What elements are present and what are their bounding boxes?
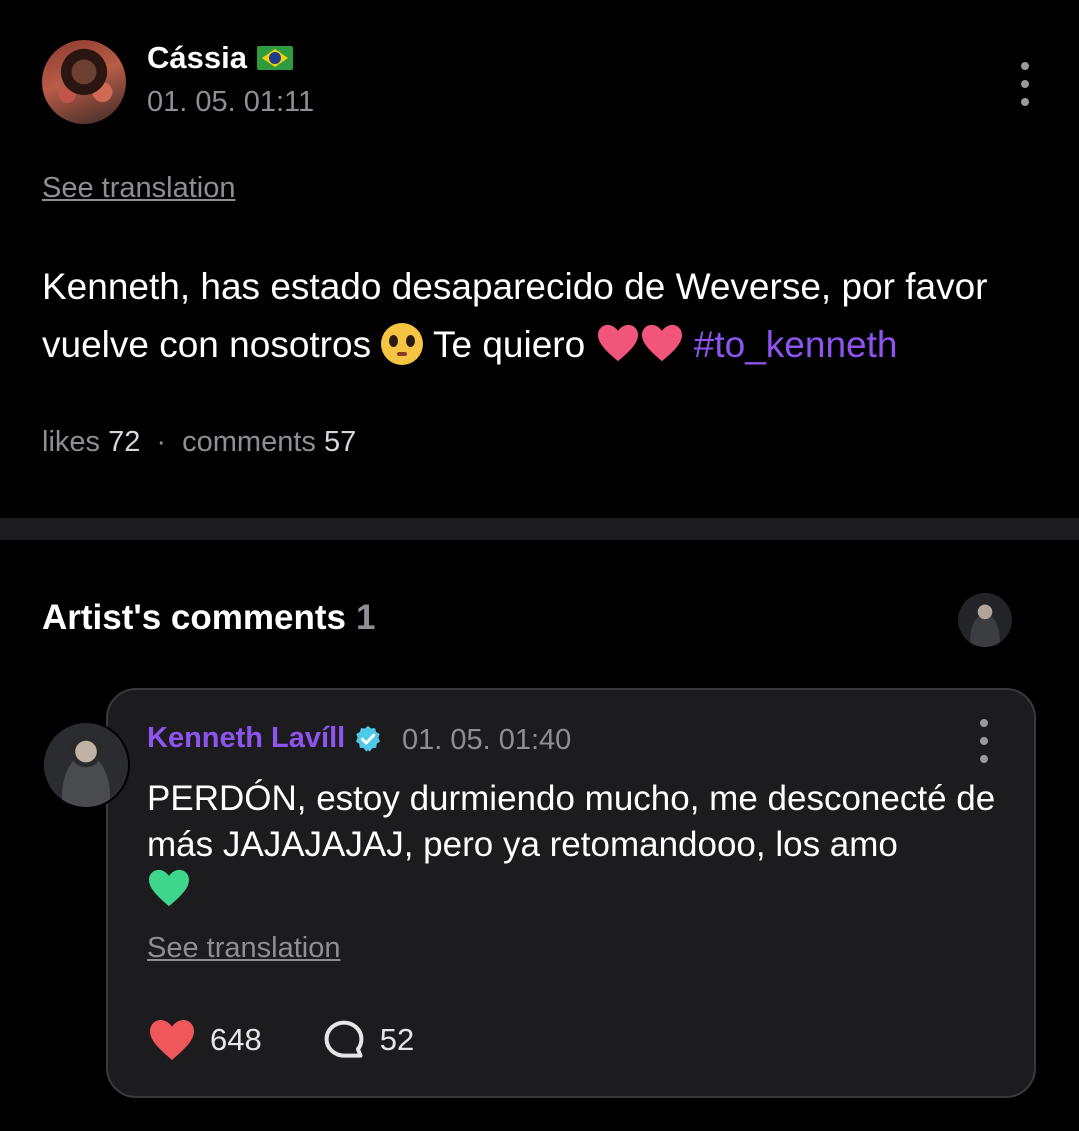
reply-count: 52 (379, 1022, 415, 1057)
comments-label[interactable]: comments (182, 426, 316, 458)
pink-heart-emoji-icon (596, 323, 640, 363)
brazil-flag-icon (256, 46, 293, 70)
comment-timestamp: 01. 05. 01:40 (402, 724, 572, 756)
comment-author[interactable]: Kenneth Lavíll (147, 722, 383, 755)
like-count: 648 (210, 1022, 262, 1057)
like-button[interactable]: 648 (148, 1018, 262, 1062)
pleading-face-emoji-icon (381, 323, 424, 365)
pink-heart-emoji-icon (640, 323, 684, 363)
post-body: Kenneth, has estado desaparecido de Weve… (42, 258, 1042, 374)
post-body-text-2: Te quiero (433, 324, 586, 365)
post-see-translation-link[interactable]: See translation (42, 172, 235, 205)
artist-comments-title: Artist's comments (42, 598, 346, 637)
post-author[interactable]: Cássia (147, 40, 293, 76)
comment-see-translation-link[interactable]: See translation (147, 932, 340, 965)
comment-bubble-icon (324, 1020, 364, 1058)
stats-separator: · (156, 426, 167, 458)
commenter-avatar[interactable] (42, 721, 130, 809)
comments-count: 57 (323, 426, 357, 458)
artist-avatar-thumbnail[interactable] (958, 593, 1012, 647)
comment-body-text: PERDÓN, estoy durmiendo mucho, me descon… (147, 779, 996, 864)
heart-icon (150, 1020, 194, 1060)
comment-actions: 648 52 (148, 1018, 414, 1062)
post-author-name: Cássia (147, 40, 247, 75)
author-avatar[interactable] (42, 40, 126, 124)
section-divider (0, 518, 1079, 540)
comment-more-options-icon[interactable] (978, 719, 990, 763)
green-heart-emoji-icon (147, 868, 191, 908)
likes-label: likes (42, 426, 101, 458)
hashtag-link[interactable]: #to_kenneth (694, 324, 898, 365)
artist-comments-heading: Artist's comments 1 (42, 598, 375, 638)
reply-button[interactable]: 52 (322, 1018, 414, 1062)
comment-body: PERDÓN, estoy durmiendo mucho, me descon… (147, 776, 1007, 916)
likes-count: 72 (108, 426, 141, 458)
fan-post: Cássia 01. 05. 01:11 See translation Ken… (0, 0, 1079, 518)
artist-comments-count: 1 (355, 598, 376, 637)
post-stats: likes 72 · comments 57 (42, 426, 356, 459)
post-more-options-icon[interactable] (1019, 62, 1031, 106)
post-timestamp: 01. 05. 01:11 (147, 86, 315, 118)
comment-author-name: Kenneth Lavíll (147, 722, 346, 754)
verified-badge-icon (356, 725, 381, 751)
